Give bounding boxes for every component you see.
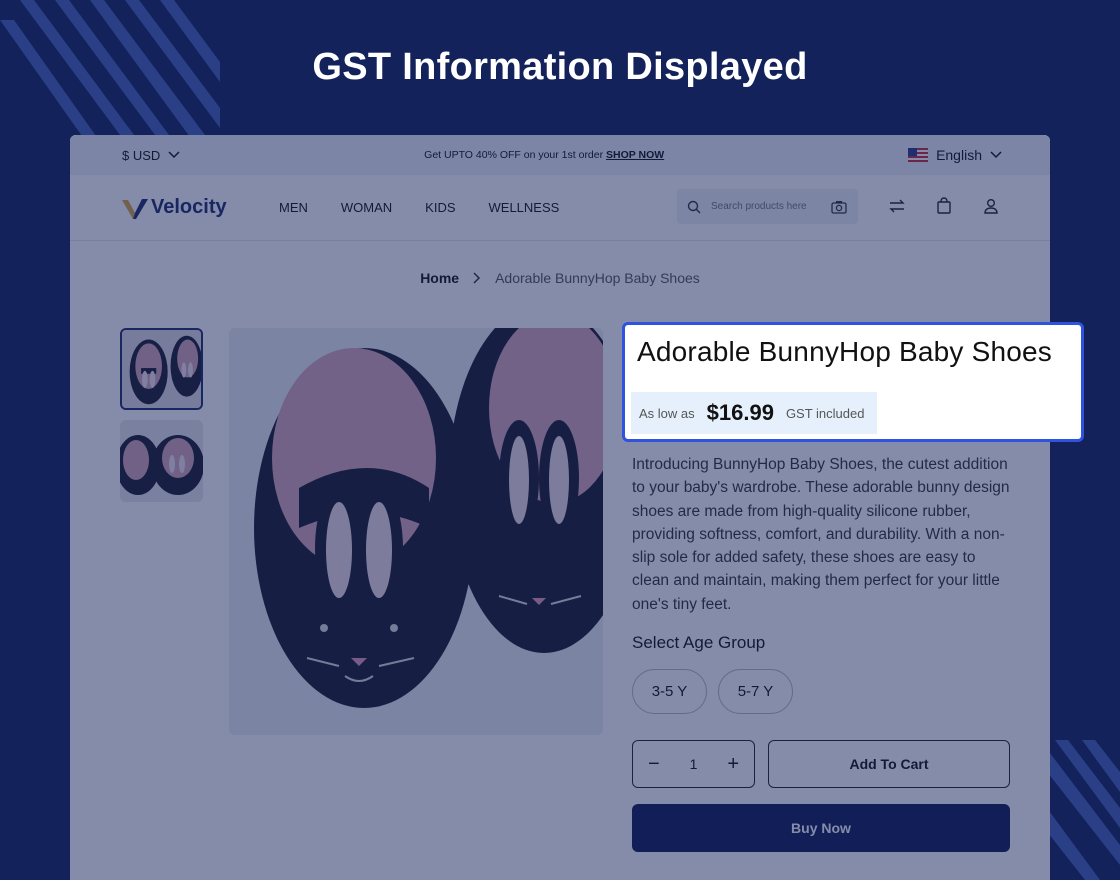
nav-item-woman[interactable]: WOMAN [341,200,392,215]
age-group-options: 3-5 Y 5-7 Y [632,669,793,714]
logo[interactable]: Velocity [122,196,279,219]
add-to-cart-button[interactable]: Add To Cart [768,740,1010,788]
chevron-down-icon [990,151,1002,159]
language-selector[interactable]: English [908,147,1002,163]
breadcrumb-home[interactable]: Home [420,270,459,286]
shop-now-link[interactable]: SHOP NOW [606,149,664,161]
decrease-quantity-button[interactable]: − [648,754,660,774]
age-group-label: Select Age Group [632,633,766,652]
quantity-stepper: − 1 + [632,740,755,788]
promo-text: Get UPTO 40% OFF on your 1st order [424,149,604,161]
logo-text: Velocity [151,196,227,218]
product-price: $16.99 [706,400,774,425]
age-option-3-5[interactable]: 3-5 Y [632,669,707,714]
header-actions [888,197,1000,215]
language-label: English [936,147,982,163]
search-input[interactable] [711,201,821,212]
top-bar: $ USD Get UPTO 40% OFF on your 1st order… [70,135,1050,175]
currency-selector[interactable]: $ USD [122,148,180,163]
search-bar [677,189,858,224]
site-header: Velocity MEN WOMAN KIDS WELLNESS [70,175,1050,241]
quantity-value: 1 [689,756,698,772]
shopping-bag-icon[interactable] [935,197,953,215]
user-icon[interactable] [982,197,1000,215]
page-headline: GST Information Displayed [312,46,808,88]
product-main-image[interactable] [229,328,603,735]
age-option-5-7[interactable]: 5-7 Y [718,669,793,714]
us-flag-icon [908,148,929,162]
compare-icon[interactable] [888,197,906,215]
chevron-down-icon [168,151,180,159]
nav-item-wellness[interactable]: WELLNESS [489,200,560,215]
search-icon [687,200,701,213]
nav-item-kids[interactable]: KIDS [425,200,455,215]
currency-label: $ USD [122,147,161,163]
camera-icon[interactable] [831,200,847,214]
product-description: Introducing BunnyHop Baby Shoes, the cut… [632,456,1010,613]
product-thumbnail[interactable] [120,420,203,502]
buy-now-button[interactable]: Buy Now [632,804,1010,852]
store-screenshot: $ USD Get UPTO 40% OFF on your 1st order… [70,135,1050,880]
breadcrumb-current: Adorable BunnyHop Baby Shoes [495,270,700,286]
product-title: Adorable BunnyHop Baby Shoes [637,336,1052,367]
chevron-right-icon [473,272,481,284]
product-thumbnail[interactable] [120,328,203,410]
main-nav: MEN WOMAN KIDS WELLNESS [279,200,559,215]
increase-quantity-button[interactable]: + [727,754,739,774]
velocity-logo-icon [122,198,148,219]
gst-label: GST included [785,405,865,421]
price-box: As low as $16.99 GST included [631,392,877,434]
breadcrumb: Home Adorable BunnyHop Baby Shoes [70,270,1050,286]
price-highlight-card: Adorable BunnyHop Baby Shoes As low as $… [622,322,1084,442]
promo-banner: Get UPTO 40% OFF on your 1st order SHOP … [424,149,664,161]
nav-item-men[interactable]: MEN [279,200,308,215]
price-prefix: As low as [639,405,695,421]
